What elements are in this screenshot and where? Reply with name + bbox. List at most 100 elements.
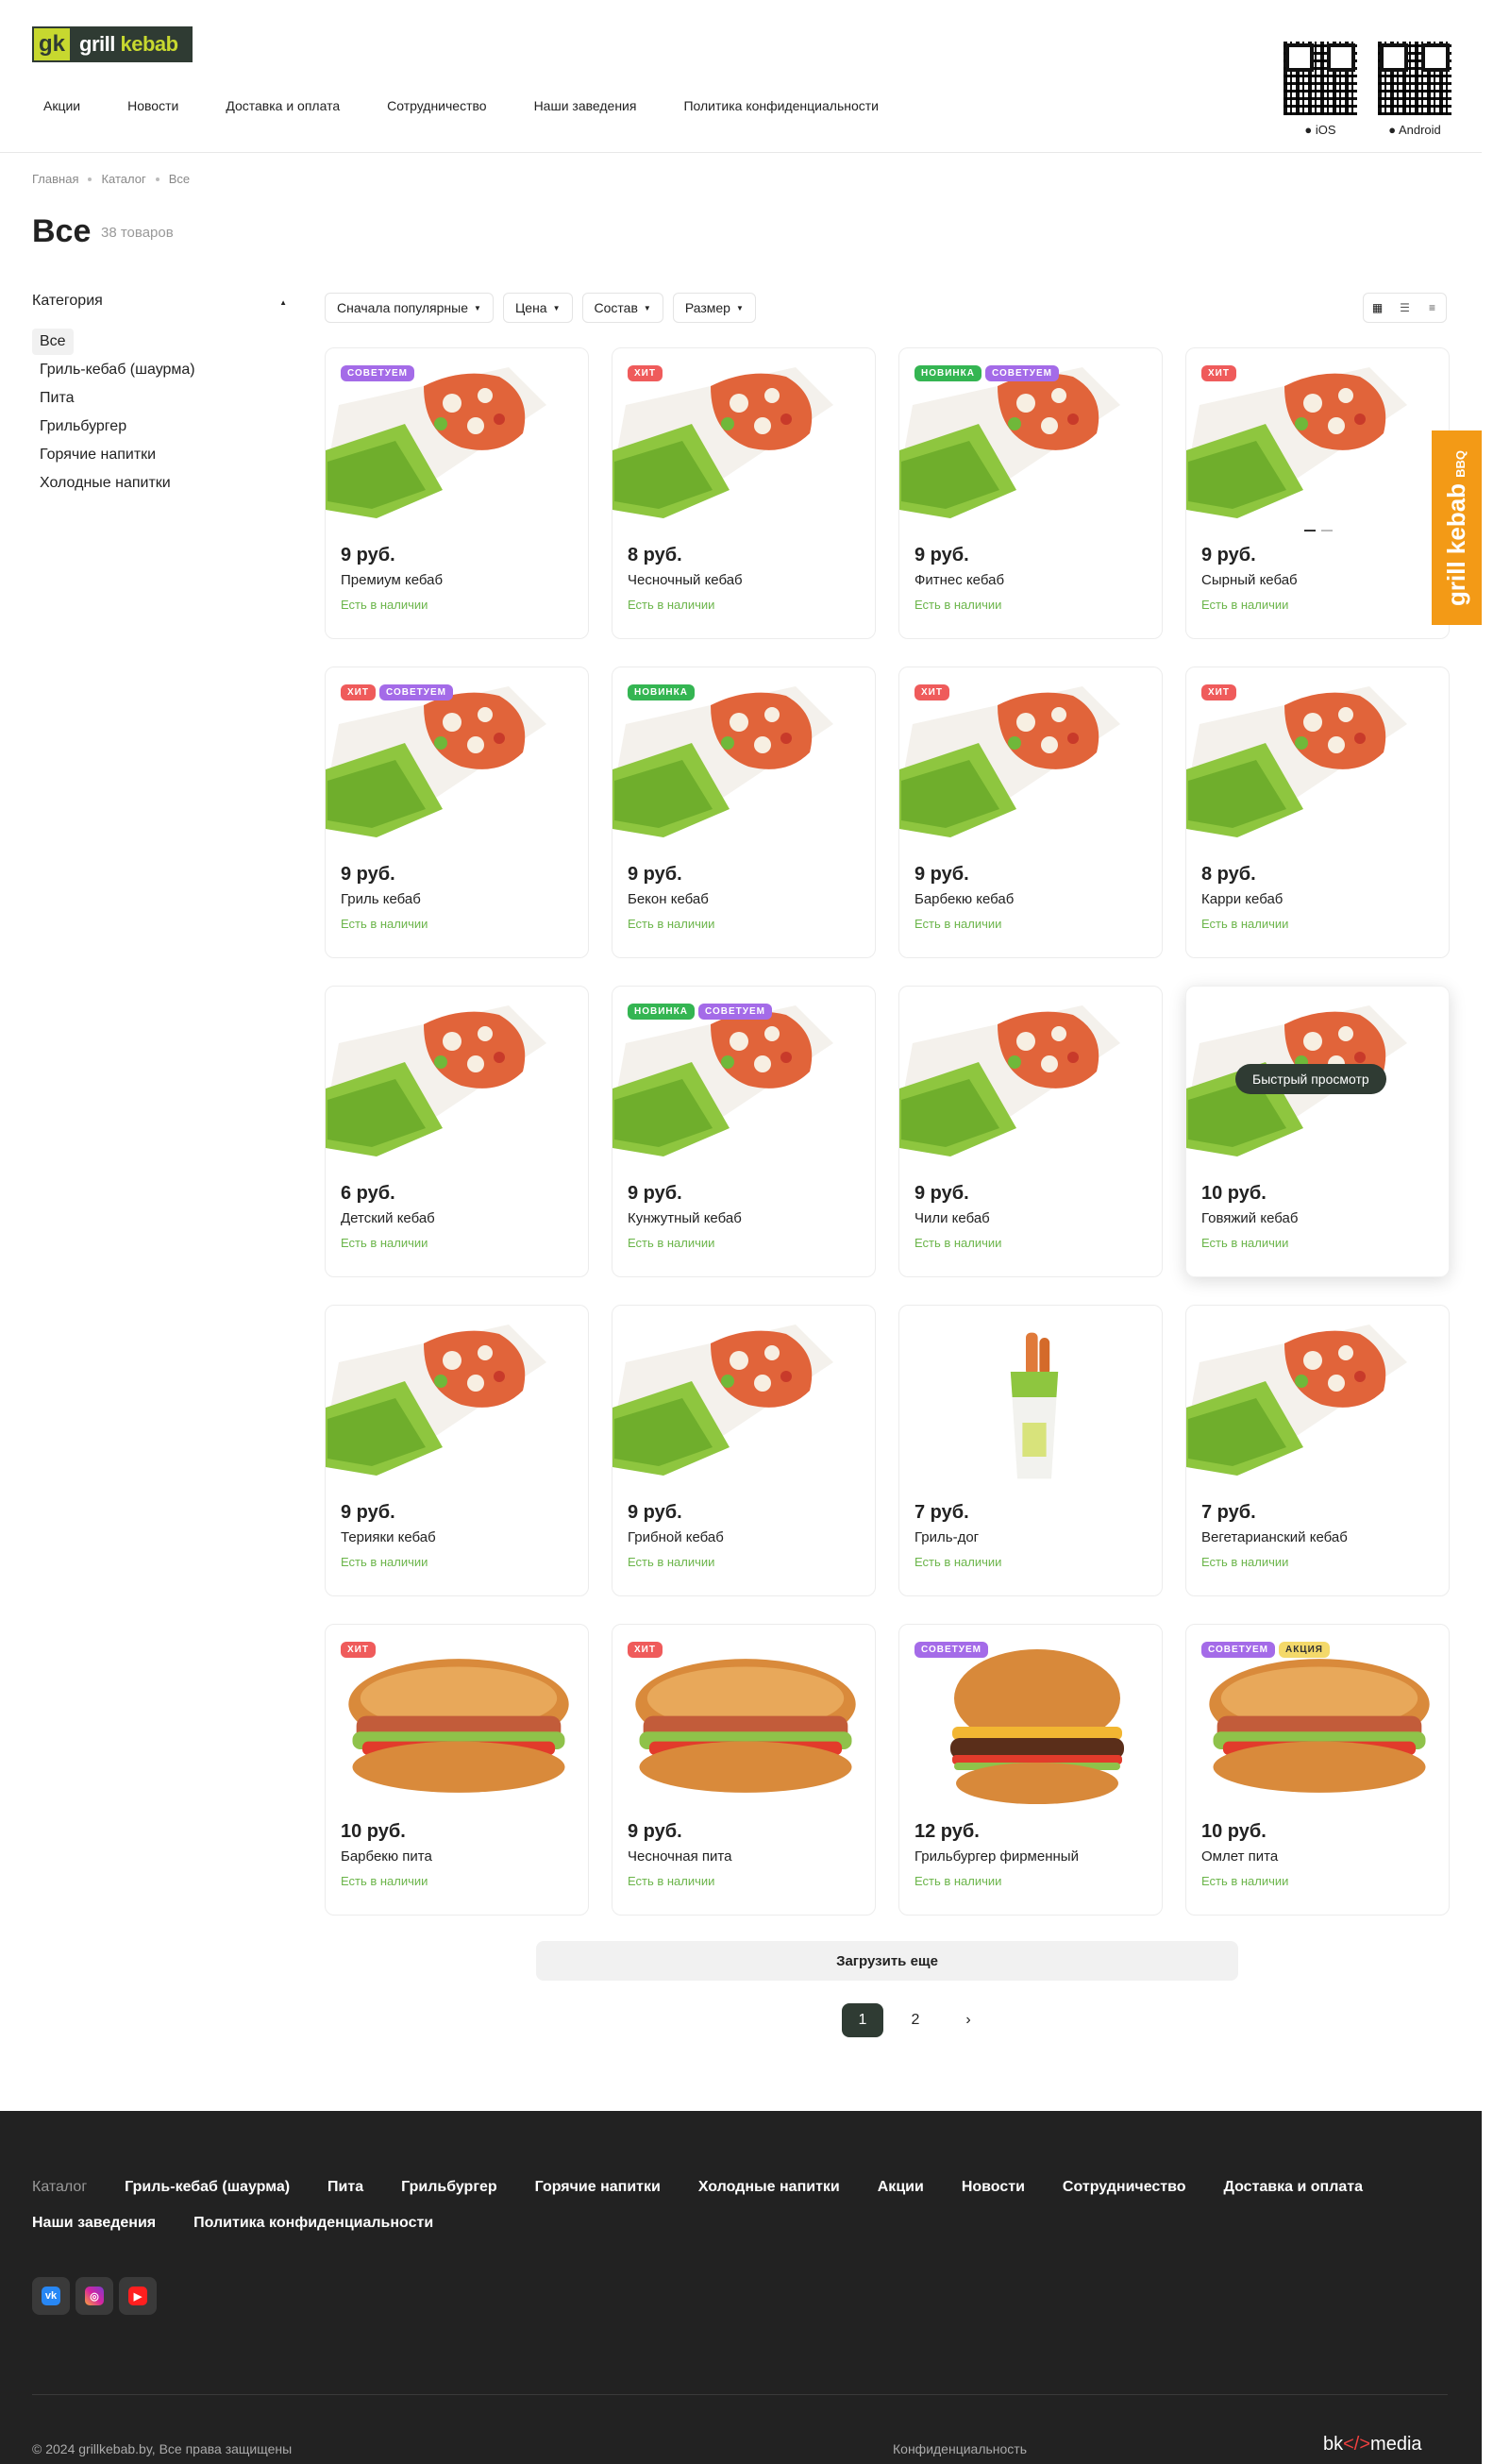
product-name[interactable]: Чесночный кебаб — [628, 572, 743, 588]
product-image[interactable] — [1186, 1636, 1449, 1815]
product-name[interactable]: Премиум кебаб — [341, 572, 443, 588]
nav-link-venues[interactable]: Наши заведения — [523, 98, 648, 113]
grid-view-icon[interactable]: ▦ — [1364, 294, 1391, 322]
sort-dropdown[interactable]: Сначала популярные ▼ — [325, 293, 494, 323]
product-image[interactable] — [899, 360, 1162, 539]
nav-link-cooperation[interactable]: Сотрудничество — [376, 98, 497, 113]
footer-nav-link[interactable]: Доставка и оплата — [1224, 2179, 1364, 2196]
nav-link-news[interactable]: Новости — [116, 98, 190, 113]
product-image[interactable] — [899, 1317, 1162, 1496]
product-name[interactable]: Чили кебаб — [914, 1210, 990, 1226]
breadcrumb-home[interactable]: Главная — [32, 172, 78, 186]
list-view-icon[interactable]: ☰ — [1391, 294, 1418, 322]
product-name[interactable]: Терияки кебаб — [341, 1529, 436, 1545]
nav-link-privacy[interactable]: Политика конфиденциальности — [672, 98, 890, 113]
product-image[interactable] — [899, 1636, 1162, 1815]
product-card[interactable]: ХИТ 8 руб. Карри кебаб Есть в наличии — [1185, 667, 1450, 958]
product-image[interactable] — [612, 998, 875, 1177]
youtube-link[interactable]: ▶ — [119, 2277, 157, 2315]
product-name[interactable]: Омлет пита — [1201, 1848, 1278, 1865]
category-item-cold-drinks[interactable]: Холодные напитки — [32, 470, 203, 497]
product-card[interactable]: ХИТ 9 руб. Чесночная пита Есть в наличии — [612, 1624, 876, 1916]
price-filter[interactable]: Цена ▼ — [502, 293, 573, 323]
page-1-button[interactable]: 1 — [842, 2003, 883, 2037]
product-image[interactable] — [612, 1317, 875, 1496]
product-card[interactable]: 7 руб. Гриль-дог Есть в наличии — [898, 1305, 1163, 1596]
product-card[interactable]: ХИТ СОВЕТУЕМ 9 руб. Гриль кебаб Есть в на… — [325, 667, 589, 958]
product-card[interactable]: НОВИНКА СОВЕТУЕМ 9 руб. Кунжутный кебаб Е… — [612, 986, 876, 1277]
product-card[interactable]: 9 руб. Терияки кебаб Есть в наличии — [325, 1305, 589, 1596]
footer-nav-link[interactable]: Пита — [327, 2179, 363, 2196]
product-image[interactable] — [326, 998, 588, 1177]
footer-nav-link[interactable]: Горячие напитки — [535, 2179, 661, 2196]
product-name[interactable]: Вегетарианский кебаб — [1201, 1529, 1348, 1545]
nav-link-promo[interactable]: Акции — [32, 98, 92, 113]
product-name[interactable]: Сырный кебаб — [1201, 572, 1298, 588]
product-image[interactable] — [899, 998, 1162, 1177]
product-name[interactable]: Грибной кебаб — [628, 1529, 724, 1545]
product-name[interactable]: Детский кебаб — [341, 1210, 435, 1226]
category-item-all[interactable]: Все — [32, 329, 74, 355]
category-item-pita[interactable]: Пита — [32, 385, 203, 412]
footer-nav-link[interactable]: Сотрудничество — [1063, 2179, 1186, 2196]
footer-nav-link[interactable]: Каталог — [32, 2179, 87, 2196]
product-name[interactable]: Грильбургер фирменный — [914, 1848, 1079, 1865]
product-card[interactable]: ХИТ 9 руб. Барбекю кебаб Есть в наличии — [898, 667, 1163, 958]
page-2-button[interactable]: 2 — [895, 2003, 936, 2037]
product-card[interactable]: 9 руб. Чили кебаб Есть в наличии — [898, 986, 1163, 1277]
product-card[interactable]: ХИТ 9 руб. Сырный кебаб Есть в наличии — [1185, 347, 1450, 639]
product-card[interactable]: НОВИНКА СОВЕТУЕМ 9 руб. Фитнес кебаб Есть… — [898, 347, 1163, 639]
footer-nav-link[interactable]: Наши заведения — [32, 2215, 156, 2232]
site-logo[interactable]: gk grill kebab — [32, 26, 193, 62]
product-card[interactable]: 7 руб. Вегетарианский кебаб Есть в налич… — [1185, 1305, 1450, 1596]
footer-nav-link[interactable]: Политика конфиденциальности — [193, 2215, 433, 2232]
footer-nav-link[interactable]: Гриль-кебаб (шаурма) — [125, 2179, 290, 2196]
android-app-qr[interactable]: ● Android — [1378, 42, 1451, 137]
vk-link[interactable]: vk — [32, 2277, 70, 2315]
nav-link-delivery[interactable]: Доставка и оплата — [214, 98, 351, 113]
product-image[interactable] — [1186, 679, 1449, 858]
category-item-grillburger[interactable]: Грильбургер — [32, 413, 203, 440]
category-item-grill-kebab[interactable]: Гриль-кебаб (шаурма) — [32, 357, 203, 383]
size-filter[interactable]: Размер ▼ — [672, 293, 756, 323]
category-item-hot-drinks[interactable]: Горячие напитки — [32, 442, 203, 468]
product-image[interactable] — [612, 679, 875, 858]
product-name[interactable]: Говяжий кебаб — [1201, 1210, 1298, 1226]
instagram-link[interactable]: ◎ — [76, 2277, 113, 2315]
grill-kebab-bbq-tab[interactable]: grill kebab BBQ — [1432, 430, 1482, 625]
product-image[interactable] — [1186, 1317, 1449, 1496]
product-name[interactable]: Гриль кебаб — [341, 891, 421, 907]
privacy-link[interactable]: Конфиденциальность — [893, 2441, 1027, 2456]
product-card[interactable]: СОВЕТУЕМ 9 руб. Премиум кебаб Есть в нал… — [325, 347, 589, 639]
product-image[interactable] — [1186, 360, 1449, 539]
product-name[interactable]: Чесночная пита — [628, 1848, 731, 1865]
product-image[interactable] — [612, 1636, 875, 1815]
product-name[interactable]: Карри кебаб — [1201, 891, 1283, 907]
product-name[interactable]: Гриль-дог — [914, 1529, 979, 1545]
product-image[interactable] — [612, 360, 875, 539]
product-card[interactable]: 9 руб. Грибной кебаб Есть в наличии — [612, 1305, 876, 1596]
product-image[interactable] — [899, 679, 1162, 858]
product-image[interactable] — [326, 1636, 588, 1815]
product-name[interactable]: Барбекю кебаб — [914, 891, 1014, 907]
ios-app-qr[interactable]: ● iOS — [1284, 42, 1357, 137]
product-image[interactable] — [326, 679, 588, 858]
product-image[interactable] — [326, 360, 588, 539]
compact-view-icon[interactable]: ≡ — [1418, 294, 1446, 322]
load-more-button[interactable]: Загрузить еще — [536, 1941, 1238, 1981]
product-card[interactable]: ХИТ 10 руб. Барбекю пита Есть в наличии — [325, 1624, 589, 1916]
breadcrumb-catalog[interactable]: Каталог — [101, 172, 145, 186]
quick-view-button[interactable]: Быстрый просмотр — [1235, 1064, 1386, 1094]
image-slider-dots[interactable] — [1304, 530, 1333, 532]
product-name[interactable]: Кунжутный кебаб — [628, 1210, 742, 1226]
product-name[interactable]: Фитнес кебаб — [914, 572, 1004, 588]
product-card[interactable]: Быстрый просмотр 10 руб. Говяжий кебаб Е… — [1185, 986, 1450, 1277]
product-name[interactable]: Бекон кебаб — [628, 891, 709, 907]
footer-nav-link[interactable]: Новости — [962, 2179, 1025, 2196]
product-image[interactable] — [326, 1317, 588, 1496]
composition-filter[interactable]: Состав ▼ — [581, 293, 663, 323]
category-filter-heading[interactable]: Категория ▲ — [32, 293, 287, 310]
product-card[interactable]: НОВИНКА 9 руб. Бекон кебаб Есть в наличи… — [612, 667, 876, 958]
product-card[interactable]: СОВЕТУЕМ АКЦИЯ 10 руб. Омлет пита Есть в … — [1185, 1624, 1450, 1916]
developer-logo[interactable]: bk</>media — [1323, 2434, 1422, 2456]
